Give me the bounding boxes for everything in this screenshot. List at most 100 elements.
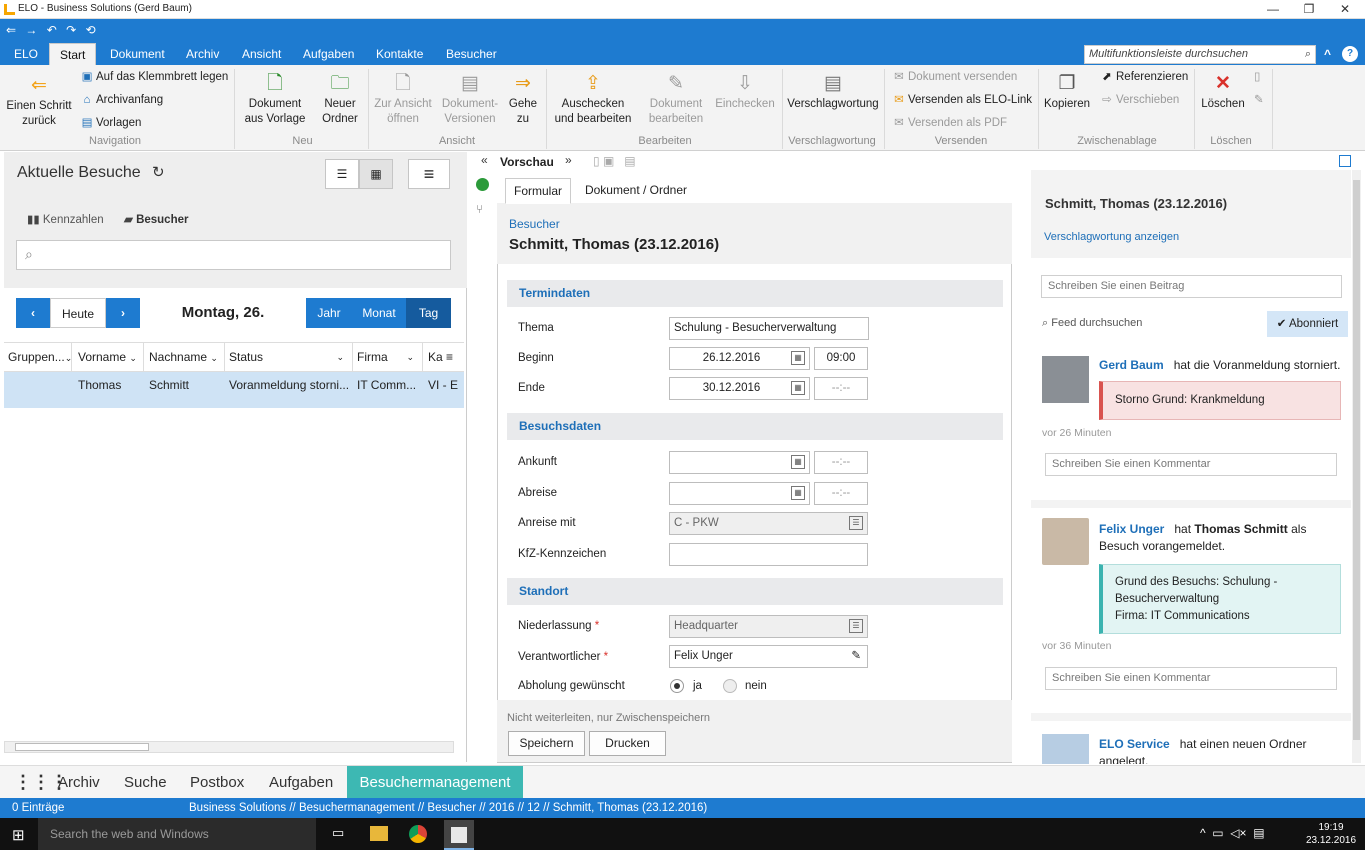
col-vorname[interactable]: Vorname ⌄ [74, 343, 144, 371]
kfz-field[interactable] [669, 543, 868, 566]
anreise-field[interactable]: C - PKW ☰ [669, 512, 868, 535]
reference-button[interactable]: ⬈ Referenzieren [1100, 70, 1188, 84]
sync-icon[interactable] [476, 178, 489, 191]
taskbar-search-input[interactable]: Search the web and Windows [38, 818, 316, 850]
elo-task-icon[interactable] [444, 820, 474, 850]
file-explorer-icon[interactable] [370, 826, 388, 841]
beginn-date-field[interactable]: 26.12.2016 ▦ [669, 347, 810, 370]
calendar-icon[interactable]: ▦ [791, 486, 805, 500]
delete-button[interactable]: ✕ Löschen [1198, 73, 1248, 112]
view-day-button[interactable]: Tag [406, 298, 451, 328]
tray-icons[interactable]: ^ ▭ ◁× ▤ [1200, 826, 1265, 840]
move-button[interactable]: ⇨ Verschieben [1100, 93, 1179, 107]
doc-versions-button[interactable]: ▤ Dokument- Versionen [440, 73, 500, 127]
ankunft-date-field[interactable]: ▦ [669, 451, 810, 474]
thema-field[interactable]: Schulung - Besucherverwaltung [669, 317, 869, 340]
col-ka[interactable]: Ka ≡ [424, 343, 464, 371]
ende-time-field[interactable]: --:-- [814, 377, 868, 400]
close-button[interactable]: ✕ [1327, 0, 1363, 19]
delete-small-icon[interactable]: ▯ [1254, 70, 1260, 84]
back-icon[interactable]: ⇐ [6, 23, 16, 37]
col-firma[interactable]: Firma ⌄ [353, 343, 423, 371]
abholung-ja-radio[interactable] [670, 679, 684, 693]
tab-ansicht[interactable]: Ansicht [240, 43, 283, 65]
tab-aufgaben[interactable]: Aufgaben [301, 43, 356, 65]
calendar-icon[interactable]: ▦ [791, 455, 805, 469]
col-gruppen[interactable]: Gruppen...⌄ [4, 343, 72, 371]
tab-aufgaben-bottom[interactable]: Aufgaben [269, 766, 333, 799]
pencil-icon[interactable]: ✎ [1254, 93, 1264, 107]
clipboard-put-button[interactable]: ▣ Auf das Klemmbrett legen [80, 70, 229, 84]
verantwortlich-field[interactable]: Felix Unger ✎ [669, 645, 868, 668]
tab-besuchermanagement-bottom[interactable]: Besuchermanagement [347, 766, 523, 799]
ankunft-time-field[interactable]: --:-- [814, 451, 868, 474]
calendar-icon[interactable]: ▦ [791, 351, 805, 365]
open-view-button[interactable]: 🗋 Zur Ansicht öffnen [372, 73, 434, 127]
new-folder-button[interactable]: 🗀 Neuer Ordner [316, 73, 364, 127]
doc-from-template-button[interactable]: 🗋 Dokument aus Vorlage [240, 73, 310, 127]
tab-archiv-bottom[interactable]: Archiv [58, 766, 100, 799]
post-1-user[interactable]: Gerd Baum [1099, 358, 1164, 372]
feed-search[interactable]: ⌕ Feed durchsuchen [1042, 317, 1142, 330]
help-button[interactable]: ? [1342, 46, 1358, 62]
copy-button[interactable]: ❐ Kopieren [1042, 73, 1092, 112]
abholung-nein-radio[interactable] [723, 679, 737, 693]
preview-tool-icons[interactable]: ▯ ▣ ▤ [593, 154, 636, 168]
vertical-scrollbar[interactable] [1352, 170, 1361, 763]
tab-besucher[interactable]: Besucher [444, 43, 499, 65]
checkout-edit-button[interactable]: ⇪ Auschecken und bearbeiten [550, 73, 636, 127]
collapse-left-icon[interactable]: « [481, 153, 488, 167]
redo-icon[interactable]: ↷ [66, 23, 76, 37]
horizontal-scrollbar[interactable] [4, 741, 454, 753]
clock[interactable]: 19:19 23.12.2016 [1305, 821, 1357, 847]
tab-archiv[interactable]: Archiv [184, 43, 221, 65]
abreise-time-field[interactable]: --:-- [814, 482, 868, 505]
tab-start[interactable]: Start [49, 43, 97, 65]
today-button[interactable]: Heute [50, 298, 106, 328]
ende-date-field[interactable]: 30.12.2016 ▦ [669, 377, 810, 400]
calendar-view-button[interactable]: ▦ [359, 159, 393, 189]
templates-button[interactable]: ▤ Vorlagen [80, 116, 142, 130]
refresh-icon[interactable]: ⟲ [86, 23, 96, 37]
tab-kontakte[interactable]: Kontakte [374, 43, 425, 65]
tab-formular[interactable]: Formular [505, 178, 571, 204]
comment-input[interactable]: Schreiben Sie einen Kommentar [1045, 453, 1337, 476]
send-document-button[interactable]: ✉ Dokument versenden [892, 70, 1017, 84]
windows-start-icon[interactable]: ⊞ [12, 826, 25, 844]
visits-search-input[interactable]: ⌕ [16, 240, 451, 270]
next-day-button[interactable]: › [106, 298, 140, 328]
keywording-button[interactable]: ▤ Verschlagwortung [786, 73, 880, 112]
show-keywording-link[interactable]: Verschlagwortung anzeigen [1044, 231, 1179, 243]
abreise-date-field[interactable]: ▦ [669, 482, 810, 505]
ribbon-search-input[interactable]: Multifunktionsleiste durchsuchen ⌕ [1084, 45, 1316, 64]
restore-button[interactable]: ❐ [1291, 0, 1327, 19]
tree-icon[interactable]: ⑂ [476, 202, 483, 216]
send-elo-link-button[interactable]: ✉ Versenden als ELO-Link [892, 93, 1032, 107]
scrollbar-thumb[interactable] [15, 743, 149, 751]
visitors-link[interactable]: ▰ Besucher [124, 212, 188, 226]
post-3-user[interactable]: ELO Service [1099, 737, 1170, 751]
pane-toggle-icon[interactable] [1339, 155, 1351, 167]
beginn-time-field[interactable]: 09:00 [814, 347, 868, 370]
view-year-button[interactable]: Jahr [306, 298, 352, 328]
tab-dokument[interactable]: Dokument [108, 43, 167, 65]
undo-icon[interactable]: ↶ [47, 23, 57, 37]
tab-elo[interactable]: ELO [12, 43, 40, 65]
view-month-button[interactable]: Monat [352, 298, 406, 328]
step-back-button[interactable]: ⇐ Einen Schritt zurück [4, 75, 74, 129]
refresh-icon[interactable]: ↻ [152, 163, 165, 181]
task-view-icon[interactable]: ▭ [332, 825, 344, 841]
edit-document-button[interactable]: ✎ Dokument bearbeiten [644, 73, 708, 127]
tab-suche-bottom[interactable]: Suche [124, 766, 167, 799]
goto-button[interactable]: ⇒ Gehe zu [504, 73, 542, 127]
send-pdf-button[interactable]: ✉ Versenden als PDF [892, 116, 1007, 130]
chrome-icon[interactable] [409, 825, 427, 843]
write-post-input[interactable]: Schreiben Sie einen Beitrag [1041, 275, 1342, 298]
hamburger-menu-button[interactable]: ≡ [408, 159, 450, 189]
calendar-icon[interactable]: ▦ [791, 381, 805, 395]
print-button[interactable]: Drucken [589, 731, 666, 756]
niederlassung-field[interactable]: Headquarter ☰ [669, 615, 868, 638]
list-view-button[interactable]: ☰ [325, 159, 359, 189]
comment-input[interactable]: Schreiben Sie einen Kommentar [1045, 667, 1337, 690]
list-picker-icon[interactable]: ☰ [849, 516, 863, 530]
